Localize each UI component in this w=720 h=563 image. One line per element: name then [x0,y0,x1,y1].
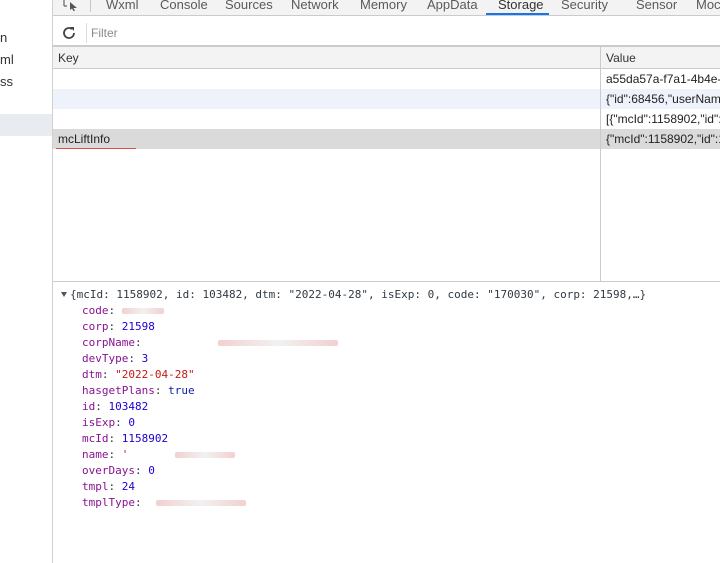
prop-overdays: overDays: 0 [82,464,155,477]
row-key: mcLiftInfo [58,132,111,146]
row-value: {"id":68456,"userName [606,92,720,106]
table-row[interactable]: [{"mcId":1158902,"id": [53,109,720,129]
column-header-value[interactable]: Value [606,51,636,65]
value-preview: {mcId: 1158902, id: 103482, dtm: "2022-0… [53,281,720,563]
prop-mcid: mcId: 1158902 [82,432,169,445]
column-header-key[interactable]: Key [58,51,79,65]
row-value: [{"mcId":1158902,"id": [606,112,720,126]
tab-sensor[interactable]: Sensor [636,0,677,12]
sidebar-item-2[interactable]: ml [0,52,14,67]
tab-appdata[interactable]: AppData [427,0,478,12]
table-row[interactable]: {"id":68456,"userName [53,89,720,109]
prop-devtype: devType: 3 [82,352,149,365]
sidebar-selected-item[interactable] [0,114,52,136]
prop-isexp: isExp: 0 [82,416,135,429]
tab-storage[interactable]: Storage [498,0,544,12]
filter-input[interactable] [86,23,720,43]
column-resizer[interactable] [600,47,601,281]
inspect-icon[interactable] [63,0,79,11]
table-header: Key Value [53,47,720,69]
prop-tmpltype: tmplType: [82,496,247,509]
prop-hasgetplans: hasgetPlans: true [82,384,195,397]
sidebar-item-1[interactable]: n [0,30,7,45]
prop-code: code: [82,304,164,317]
tab-mock[interactable]: Moc [696,0,720,12]
prop-dtm: dtm: "2022-04-28" [82,368,195,381]
tab-console[interactable]: Console [160,0,208,12]
refresh-icon[interactable] [61,25,77,41]
object-summary[interactable]: {mcId: 1158902, id: 103482, dtm: "2022-0… [61,288,646,301]
tab-network[interactable]: Network [291,0,339,12]
expand-triangle-icon[interactable] [61,292,67,297]
tab-security[interactable]: Security [561,0,608,12]
prop-corp: corp: 21598 [82,320,155,333]
sidebar-item-3[interactable]: ss [0,74,13,89]
tab-sources[interactable]: Sources [225,0,273,12]
table-row[interactable]: a55da57a-f7a1-4b4e- [53,69,720,89]
tab-memory[interactable]: Memory [360,0,407,12]
storage-table: Key Value a55da57a-f7a1-4b4e- {"id":6845… [53,46,720,282]
table-row-selected[interactable]: mcLiftInfo {"mcId":1158902,"id":1 [53,129,720,149]
prop-tmpl: tmpl: 24 [82,480,135,493]
prop-name: name: ' [82,448,235,461]
row-value: a55da57a-f7a1-4b4e- [606,72,720,86]
object-summary-text: {mcId: 1158902, id: 103482, dtm: "2022-0… [70,288,647,301]
prop-corpname: corpName: [82,336,339,349]
annotation-underline [56,148,136,149]
left-sidebar: n ml ss [0,0,53,563]
row-value: {"mcId":1158902,"id":1 [606,132,720,146]
tab-separator [90,0,91,12]
tab-wxml[interactable]: Wxml [106,0,139,12]
active-tab-indicator [486,13,549,15]
prop-id: id: 103482 [82,400,149,413]
